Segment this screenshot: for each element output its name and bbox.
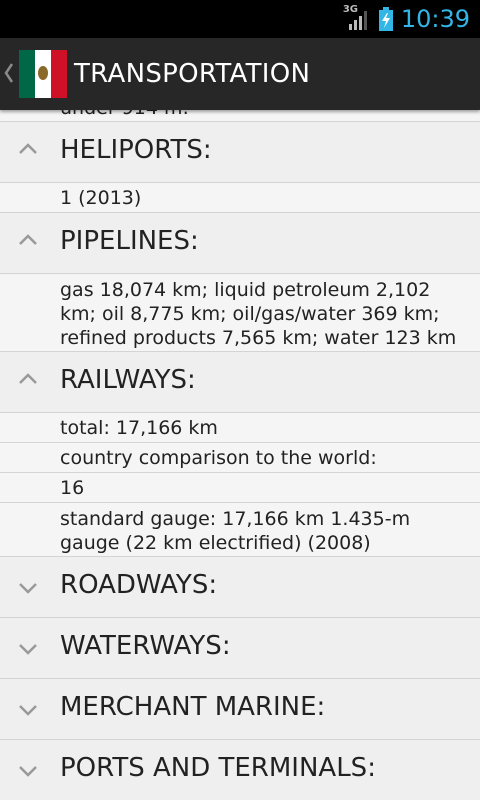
list-item: gas 18,074 km; liquid petroleum 2,102 km… (0, 274, 480, 373)
item-text: country comparison to the world: (60, 447, 377, 469)
mexico-flag-icon[interactable] (19, 50, 67, 98)
list-item: standard gauge: 17,166 km 1.435-m gauge … (0, 503, 480, 557)
item-text: total: 17,166 km (60, 417, 218, 439)
section-list[interactable]: under 914 m: HELIPORTS: 1 (2013) PIPELIN… (0, 110, 480, 800)
list-item: total: 17,166 km (0, 413, 480, 443)
section-label: WATERWAYS: (60, 631, 231, 661)
up-navigation-icon[interactable] (4, 62, 14, 84)
chevron-up-icon (19, 143, 37, 154)
signal-icon: 3G (343, 4, 371, 31)
chevron-up-icon (19, 234, 37, 245)
chevron-down-icon (19, 705, 37, 716)
section-header-pipelines[interactable]: PIPELINES: (0, 213, 480, 274)
list-item: under 914 m: (0, 110, 480, 122)
action-bar: TRANSPORTATION (0, 38, 480, 110)
section-label: RAILWAYS: (60, 365, 196, 395)
list-item: 16 (0, 473, 480, 503)
section-header-railways[interactable]: RAILWAYS: (0, 352, 480, 413)
battery-charging-icon (378, 7, 393, 31)
page-title: TRANSPORTATION (74, 59, 311, 89)
section-label: HELIPORTS: (60, 135, 212, 165)
partial-item-text: under 914 m: (60, 110, 466, 120)
section-label: ROADWAYS: (60, 570, 218, 600)
section-header-ports-and-terminals[interactable]: PORTS AND TERMINALS: (0, 740, 480, 800)
section-label: PORTS AND TERMINALS: (60, 753, 376, 783)
item-text: standard gauge: 17,166 km 1.435-m gauge … (60, 508, 411, 554)
status-icons: 3G 10:39 (343, 0, 470, 38)
section-header-waterways[interactable]: WATERWAYS: (0, 618, 480, 679)
item-text: 16 (60, 477, 85, 499)
chevron-down-icon (19, 583, 37, 594)
item-text: 1 (2013) (60, 187, 142, 209)
chevron-down-icon (19, 766, 37, 777)
chevron-down-icon (19, 644, 37, 655)
section-header-heliports[interactable]: HELIPORTS: (0, 122, 480, 183)
clock: 10:39 (400, 5, 470, 33)
chevron-up-icon (19, 373, 37, 384)
list-item: country comparison to the world: (0, 443, 480, 473)
section-label: PIPELINES: (60, 226, 199, 256)
section-label: MERCHANT MARINE: (60, 692, 326, 722)
list-item: 1 (2013) (0, 183, 480, 213)
section-header-roadways[interactable]: ROADWAYS: (0, 557, 480, 618)
status-bar: 3G 10:39 (0, 0, 480, 38)
section-header-merchant-marine[interactable]: MERCHANT MARINE: (0, 679, 480, 740)
